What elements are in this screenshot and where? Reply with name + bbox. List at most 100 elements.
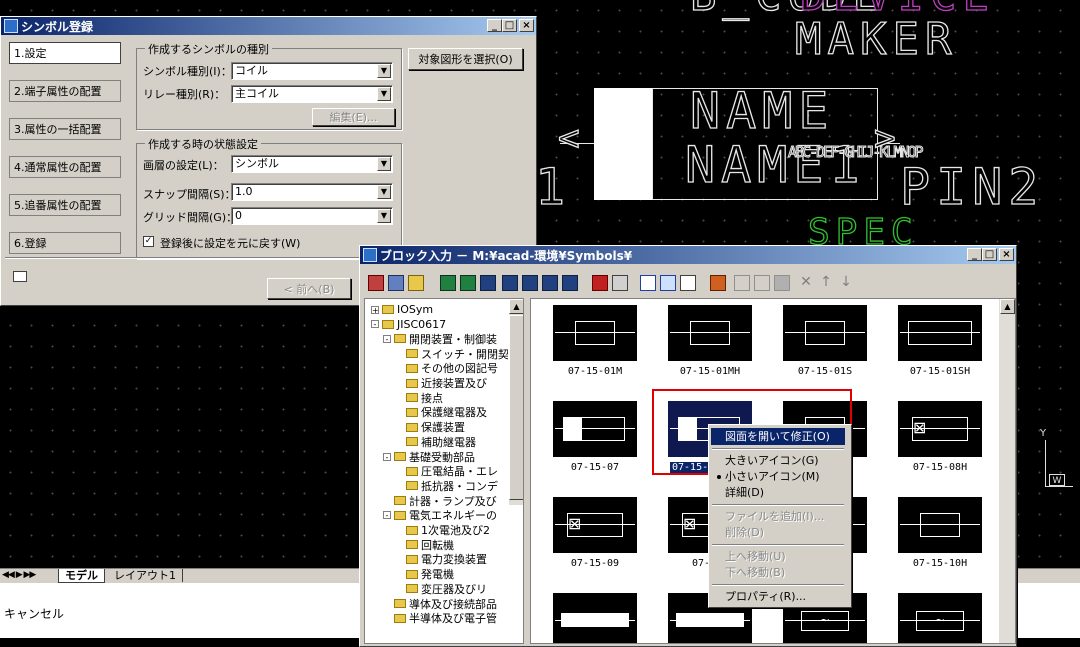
large-icon-view-icon[interactable] bbox=[640, 275, 656, 291]
add-file-icon[interactable] bbox=[734, 275, 750, 291]
detail-view-icon[interactable] bbox=[680, 275, 696, 291]
delete-icon[interactable]: ✕ bbox=[798, 275, 814, 291]
tree-folder-item[interactable]: 接点 bbox=[395, 391, 443, 405]
tab-nav-buttons[interactable]: ◀◀ ▶ ▶▶ bbox=[2, 570, 36, 580]
tree-folder-item[interactable]: - 基礎受動部品 bbox=[383, 450, 475, 464]
symbol-dialog-titlebar[interactable]: シンボル登録 _ □ × bbox=[1, 17, 536, 35]
block-dialog-titlebar[interactable]: ブロック入力 － M:¥acad-環境¥Symbols¥ _ □ × bbox=[360, 246, 1016, 264]
block-tile[interactable]: ⊠ bbox=[898, 401, 982, 457]
relay-type-combo[interactable]: 主コイル ▼ bbox=[231, 85, 393, 103]
window-icon[interactable] bbox=[13, 271, 27, 282]
menu-large-icons[interactable]: 大きいアイコン(G) bbox=[711, 452, 845, 469]
prev-button[interactable]: < 前へ(B) bbox=[267, 278, 351, 299]
symbol-type-combo[interactable]: コイル ▼ bbox=[231, 62, 393, 80]
save-icon[interactable] bbox=[774, 275, 790, 291]
block-tile[interactable]: ⊠ bbox=[553, 497, 637, 553]
block-tile[interactable] bbox=[898, 497, 982, 553]
tree-folder-item[interactable]: 電力変換装置 bbox=[395, 553, 487, 566]
block-view-icon-7[interactable] bbox=[562, 275, 578, 291]
block-tile[interactable] bbox=[553, 401, 637, 457]
tree-folder-item[interactable]: 1次電池及び2 bbox=[395, 524, 490, 537]
step-terminal-attributes[interactable]: 2.端子属性の配置 bbox=[9, 80, 121, 102]
menu-move-down[interactable]: 下へ移動(B) bbox=[711, 564, 845, 581]
step-register[interactable]: 6.登録 bbox=[9, 232, 121, 254]
tree-folder-item[interactable]: + IOSym bbox=[371, 303, 433, 316]
tab-model[interactable]: モデル bbox=[58, 569, 105, 583]
move-up-icon[interactable]: ↑ bbox=[818, 275, 834, 291]
collapse-icon[interactable]: - bbox=[383, 511, 391, 520]
red-tool-icon[interactable] bbox=[592, 275, 608, 291]
properties-icon[interactable] bbox=[612, 275, 628, 291]
tree-folder-item[interactable]: スイッチ・開閉契 bbox=[395, 347, 509, 361]
select-object-button[interactable]: 対象図形を選択(O) bbox=[408, 48, 523, 70]
maximize-icon[interactable]: □ bbox=[502, 19, 517, 32]
folder-tree[interactable]: + IOSym - JISC0617- 開閉装置・制御装 スイッチ・開閉契 その他の図記号近… bbox=[364, 298, 524, 644]
tree-folder-item[interactable]: 近接装置及び bbox=[395, 377, 487, 390]
small-icon-view-icon[interactable] bbox=[660, 275, 676, 291]
folder-up-icon[interactable] bbox=[388, 275, 404, 291]
tree-folder-item[interactable]: 回転機 bbox=[395, 538, 454, 552]
tree-folder-item[interactable]: 発電機 bbox=[395, 568, 454, 581]
close-icon[interactable]: × bbox=[999, 248, 1014, 261]
tree-scrollbar[interactable]: ▲ bbox=[508, 299, 523, 505]
close-icon[interactable]: × bbox=[519, 19, 534, 32]
collapse-icon[interactable]: - bbox=[383, 452, 391, 461]
block-tile[interactable] bbox=[783, 305, 867, 361]
edit-tool-icon[interactable] bbox=[710, 275, 726, 291]
snap-combo[interactable]: 1.0 ▼ bbox=[231, 183, 393, 201]
block-tile[interactable] bbox=[553, 593, 637, 643]
block-view-icon-6[interactable] bbox=[542, 275, 558, 291]
grid-combo[interactable]: 0 ▼ bbox=[231, 207, 393, 225]
menu-delete[interactable]: 削除(D) bbox=[711, 524, 845, 541]
open-folder-icon[interactable] bbox=[408, 275, 424, 291]
maximize-icon[interactable]: □ bbox=[982, 248, 997, 261]
tree-folder-item[interactable]: その他の図記号 bbox=[395, 362, 498, 375]
step-normal-attributes[interactable]: 4.通常属性の配置 bbox=[9, 156, 121, 178]
tree-folder-item[interactable]: - 電気エネルギーの bbox=[383, 509, 497, 522]
menu-properties[interactable]: プロパティ(R)... bbox=[711, 588, 845, 605]
minimize-icon[interactable]: _ bbox=[967, 248, 982, 261]
collapse-icon[interactable]: - bbox=[383, 334, 391, 343]
block-tile[interactable]: ~ bbox=[898, 593, 982, 643]
tree-folder-item[interactable]: 補助継電器 bbox=[395, 435, 476, 449]
layer-combo[interactable]: シンボル ▼ bbox=[231, 155, 393, 173]
step-sequence-attributes[interactable]: 5.追番属性の配置 bbox=[9, 194, 121, 216]
tree-folder-item[interactable]: 変圧器及びリ bbox=[395, 582, 487, 596]
collapse-icon[interactable]: - bbox=[371, 320, 379, 329]
tree-folder-item[interactable]: - JISC0617 bbox=[371, 318, 446, 331]
tree-folder-item[interactable]: 計器・ランプ及び bbox=[383, 494, 497, 508]
scroll-up-icon[interactable]: ▲ bbox=[509, 299, 523, 314]
tree-folder-item[interactable]: 導体及び接続部品 bbox=[383, 597, 497, 611]
block-tile[interactable] bbox=[553, 305, 637, 361]
block-tile[interactable] bbox=[668, 305, 752, 361]
tree-folder-item[interactable]: 保護継電器及 bbox=[395, 406, 487, 419]
copy-icon[interactable] bbox=[754, 275, 770, 291]
block-view-icon-1[interactable] bbox=[440, 275, 456, 291]
tree-folder-item[interactable]: 圧電結晶・エレ bbox=[395, 465, 498, 478]
tree-folder-item[interactable]: - 開閉装置・制御装 bbox=[383, 332, 497, 346]
edit-button[interactable]: 編集(E)... bbox=[312, 108, 395, 126]
move-down-icon[interactable]: ↓ bbox=[838, 275, 854, 291]
grid-scrollbar[interactable]: ▲ bbox=[998, 299, 1015, 643]
tree-folder-item[interactable]: 保護装置 bbox=[395, 421, 465, 434]
tree-folder-item[interactable]: 抵抗器・コンデ bbox=[395, 479, 498, 493]
step-bulk-attributes[interactable]: 3.属性の一括配置 bbox=[9, 118, 121, 140]
restore-checkbox[interactable]: ✓ bbox=[143, 236, 154, 247]
block-view-icon-4[interactable] bbox=[502, 275, 518, 291]
block-view-icon-5[interactable] bbox=[522, 275, 538, 291]
menu-small-icons[interactable]: 小さいアイコン(M) bbox=[711, 468, 845, 485]
block-view-icon-2[interactable] bbox=[460, 275, 476, 291]
minimize-icon[interactable]: _ bbox=[487, 19, 502, 32]
tree-scroll-thumb[interactable] bbox=[509, 315, 523, 500]
tree-folder-item[interactable]: 半導体及び電子管 bbox=[383, 612, 497, 625]
block-view-icon-3[interactable] bbox=[480, 275, 496, 291]
menu-details[interactable]: 詳細(D) bbox=[711, 484, 845, 501]
menu-add-file[interactable]: ファイルを追加(I)... bbox=[711, 508, 845, 525]
home-icon[interactable] bbox=[368, 275, 384, 291]
menu-move-up[interactable]: 上へ移動(U) bbox=[711, 548, 845, 565]
expand-icon[interactable]: + bbox=[371, 305, 379, 314]
step-settings[interactable]: 1.設定 bbox=[9, 42, 121, 64]
block-tile[interactable] bbox=[898, 305, 982, 361]
tab-layout1[interactable]: レイアウト1 bbox=[108, 569, 183, 582]
menu-open-drawing[interactable]: 図面を開いて修正(O) bbox=[711, 428, 845, 445]
